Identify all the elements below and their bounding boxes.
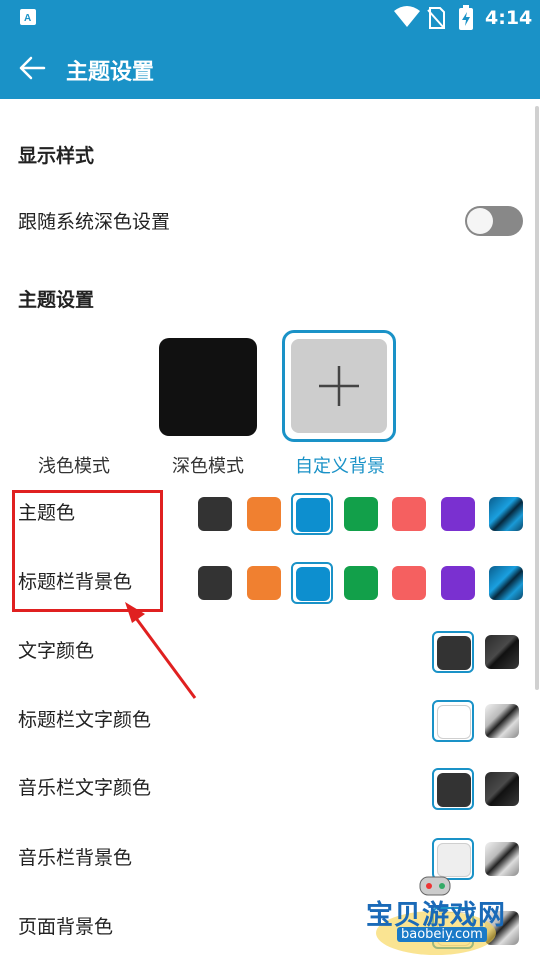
theme-custom-label: 自定义背景	[295, 456, 385, 477]
battery-charging-icon	[458, 5, 474, 35]
theme-dark-card[interactable]	[159, 338, 257, 436]
theme-dark-label: 深色模式	[172, 456, 244, 477]
color-swatch-fill	[246, 497, 281, 531]
scrollbar[interactable]	[535, 106, 539, 690]
color-swatch-fill	[484, 635, 519, 669]
no-sim-icon	[426, 6, 446, 34]
color-swatch[interactable]	[432, 838, 474, 880]
color-swatch-fill	[489, 497, 523, 531]
theme-section-title: 主题设置	[18, 289, 95, 311]
display-section-title: 显示样式	[18, 145, 95, 167]
color-swatch-fill	[437, 773, 471, 807]
annotation-arrow	[125, 602, 197, 699]
color-swatch[interactable]	[243, 493, 285, 535]
color-swatch[interactable]	[194, 493, 236, 535]
watermark-logo: 宝贝游戏网 baobeiy.com	[362, 875, 510, 955]
theme-custom-card[interactable]	[282, 330, 396, 442]
wifi-icon	[394, 6, 420, 32]
color-swatch[interactable]	[243, 562, 285, 604]
color-swatch-fill	[343, 497, 378, 531]
color-swatch-fill	[392, 566, 426, 600]
color-swatch-fill	[296, 498, 330, 532]
color-swatch-fill	[484, 704, 519, 738]
color-swatch[interactable]	[388, 493, 430, 535]
color-swatch-fill	[246, 566, 281, 600]
color-swatch-fill	[343, 566, 378, 600]
color-swatch[interactable]	[291, 562, 333, 604]
color-swatch-fill	[484, 842, 519, 876]
color-swatch[interactable]	[291, 493, 333, 535]
color-swatch-fill	[198, 497, 232, 531]
color-swatch-fill	[437, 705, 471, 739]
color-swatch-fill	[489, 566, 523, 600]
follow-system-dark-toggle[interactable]	[465, 206, 523, 236]
color-swatch-fill	[440, 566, 475, 600]
color-swatch[interactable]	[437, 493, 479, 535]
color-swatch[interactable]	[432, 631, 474, 673]
status-bar: A 4:14	[0, 0, 540, 36]
app-notification-icon: A	[20, 9, 36, 25]
color-swatch[interactable]	[340, 493, 382, 535]
arrow-left-icon[interactable]	[18, 55, 46, 81]
color-swatch[interactable]	[485, 493, 527, 535]
status-time: 4:14	[485, 7, 533, 29]
color-swatch-fill	[484, 772, 519, 806]
color-swatch[interactable]	[481, 631, 523, 673]
color-swatch-fill	[440, 497, 475, 531]
color-swatch[interactable]	[432, 700, 474, 742]
color-swatch[interactable]	[432, 768, 474, 810]
custom-card-inner	[291, 339, 387, 433]
color-swatch[interactable]	[481, 700, 523, 742]
color-row-label: 音乐栏文字颜色	[18, 777, 152, 799]
color-row-label: 音乐栏背景色	[18, 847, 133, 869]
toggle-knob	[467, 208, 493, 234]
color-row-label: 页面背景色	[18, 916, 114, 938]
color-swatch-fill	[392, 497, 426, 531]
svg-text:A: A	[24, 13, 31, 24]
color-swatch-fill	[296, 567, 330, 601]
color-swatch-fill	[437, 636, 471, 670]
theme-light-label: 浅色模式	[38, 456, 110, 477]
color-swatch[interactable]	[481, 838, 523, 880]
theme-light-card[interactable]	[24, 338, 122, 436]
color-swatch-fill	[437, 843, 471, 877]
color-swatch[interactable]	[340, 562, 382, 604]
watermark-url: baobeiy.com	[397, 927, 487, 942]
app-bar: 主题设置	[0, 36, 540, 99]
color-swatch[interactable]	[481, 768, 523, 810]
page-title: 主题设置	[66, 60, 155, 85]
plus-icon	[319, 366, 359, 406]
color-row-label: 文字颜色	[18, 640, 95, 662]
color-swatch[interactable]	[437, 562, 479, 604]
color-swatch[interactable]	[485, 562, 527, 604]
follow-system-dark-label: 跟随系统深色设置	[18, 211, 171, 233]
color-swatch[interactable]	[388, 562, 430, 604]
